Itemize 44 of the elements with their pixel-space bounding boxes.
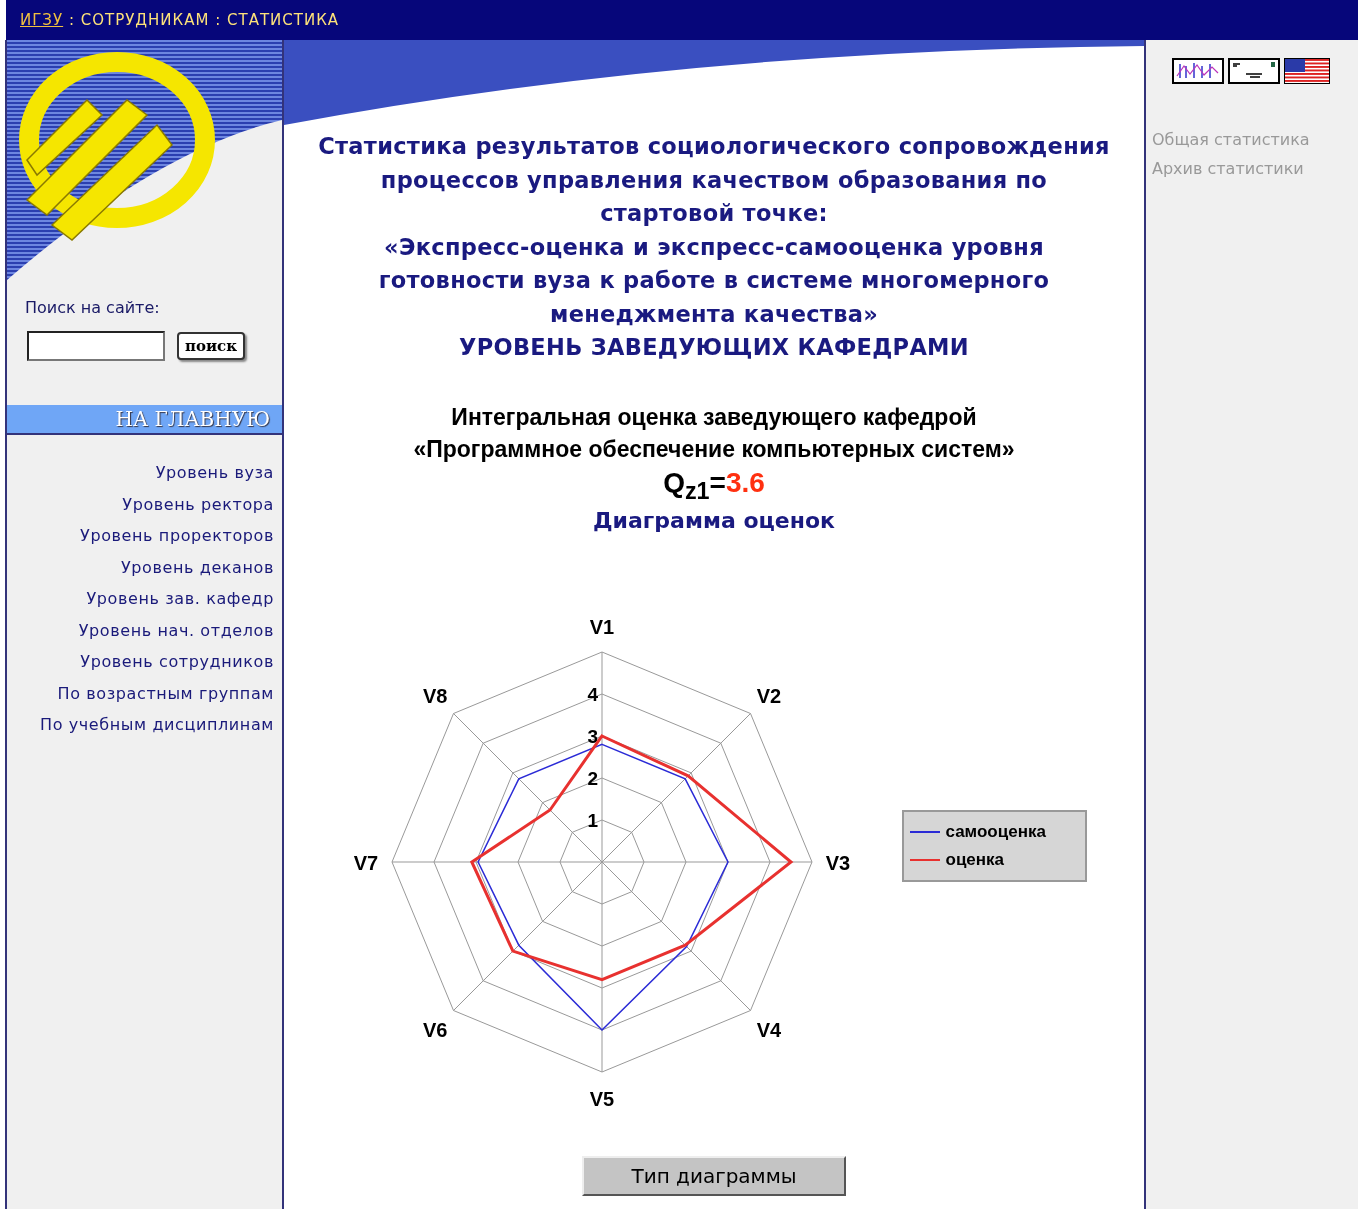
legend-label: оценка [945,850,1005,871]
envelope-icon[interactable] [1228,58,1280,84]
nav-link[interactable]: Уровень проректоров [80,526,274,545]
axis-label: V1 [589,616,614,639]
axis-label: V5 [589,1088,614,1111]
legend-label: самооценка [945,822,1046,843]
flag-icon[interactable] [1284,58,1330,84]
chart-icon[interactable] [1172,58,1224,84]
tick-label: 3 [586,726,598,748]
nav-link[interactable]: Уровень вуза [155,463,274,482]
page-title-line: УРОВЕНЬ ЗАВЕДУЮЩИХ КАФЕДРАМИ [458,333,970,362]
axis-label: V8 [422,685,447,708]
tick-label: 1 [586,810,598,832]
search-button[interactable]: поиск [177,332,246,360]
nav-link[interactable]: По учебным дисциплинам [40,715,274,734]
axis-label: V7 [353,852,378,875]
diagram-title: Диаграмма оценок [593,508,835,534]
nav-link[interactable]: Уровень деканов [121,557,274,577]
page-title-line: готовности вуза к работе в системе многомерного [377,266,1051,295]
axis-label: V2 [756,685,781,708]
search-field[interactable] [27,331,165,361]
page-title-line: Статистика результатов социологического сопровождения [318,132,1110,161]
nav-link[interactable]: По возрастным группам [57,683,274,703]
axis-label: V6 [422,1018,447,1041]
tick-label: 2 [586,768,598,790]
page-title-line: стартовой точке: [599,199,829,228]
axis-label: V3 [825,852,850,875]
tick-label: 4 [586,684,598,706]
breadcrumb-path: : СОТРУДНИКАМ : СТАТИСТИКА [67,11,340,29]
page-title-line: менеджмента качества» [548,299,880,329]
score-value: 3.6 [725,466,765,498]
nav-link[interactable]: Уровень сотрудников [80,652,274,671]
axis-label: V4 [756,1018,781,1041]
nav-link[interactable]: Уровень ректора [122,494,274,514]
subtitle-line: Интегральная оценка заведующего кафедрой [450,402,978,432]
subtitle-line: «Программное обеспечение компьютерных систем» [413,434,1015,464]
nav-link[interactable]: Уровень зав. кафедр [86,589,274,608]
page-title-line: процессов управления качеством образования по [379,165,1049,195]
page-title-line: «Экспресс-оценка и экспресс-самооценка уровня [383,232,1045,262]
chart-type-button[interactable]: Тип диаграммы [582,1156,846,1197]
home-link[interactable]: ИГЗУ [20,11,64,29]
nav-link[interactable]: Уровень нач. отделов [78,620,274,640]
search-label: Поиск на сайте: [25,298,161,317]
score-label: Q$_{z1}$= [663,466,726,498]
